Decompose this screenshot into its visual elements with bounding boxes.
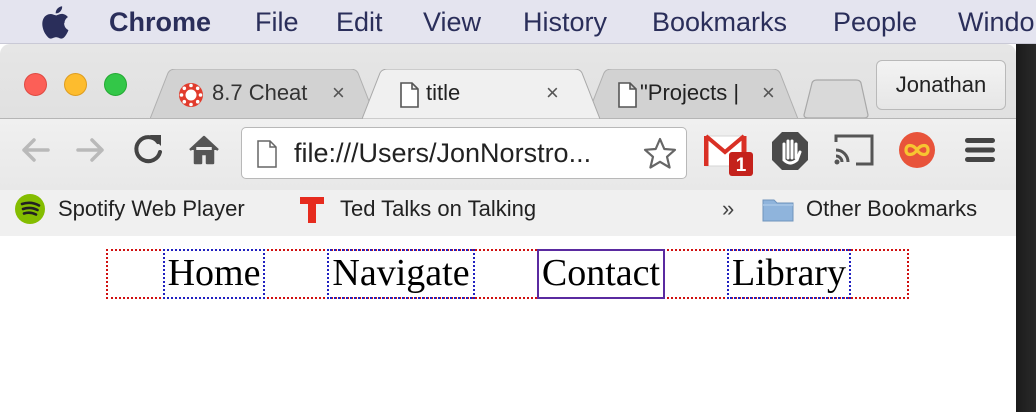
tab-cheat[interactable]: 8.7 Cheat × — [150, 69, 376, 119]
folder-icon — [762, 199, 794, 222]
menu-chrome[interactable]: Chrome — [109, 5, 211, 39]
menu-file[interactable]: File — [255, 5, 299, 39]
menu-edit[interactable]: Edit — [336, 5, 383, 39]
tab-title: "Projects | — [640, 80, 740, 105]
tab-close-icon[interactable]: × — [332, 80, 345, 106]
bookmark-star-icon[interactable] — [642, 136, 678, 172]
document-icon — [618, 82, 637, 108]
bookmark-label: Other Bookmarks — [806, 196, 978, 221]
menu-bookmarks[interactable]: Bookmarks — [652, 5, 787, 39]
nav-link-library[interactable]: Library — [727, 249, 851, 299]
menu-window[interactable]: Windo — [958, 5, 1035, 39]
bookmark-ted[interactable]: Ted Talks on Talking — [298, 192, 536, 226]
tab-title: 8.7 Cheat — [212, 80, 308, 105]
canvas-lms-icon — [179, 83, 203, 107]
nav-link-home[interactable]: Home — [163, 249, 265, 299]
url-text: file:///Users/JonNorstro... — [294, 138, 592, 168]
macos-menu-bar: Chrome File Edit View History Bookmarks … — [0, 0, 1036, 44]
page-icon — [257, 140, 277, 168]
bookmark-spotify[interactable]: Spotify Web Player — [14, 192, 245, 226]
bookmark-other-bookmarks[interactable]: Other Bookmarks — [762, 192, 977, 226]
minimize-window-button[interactable] — [64, 73, 87, 96]
nav-link-navigate[interactable]: Navigate — [327, 249, 475, 299]
home-icon[interactable] — [184, 130, 224, 170]
close-window-button[interactable] — [24, 73, 47, 96]
reload-icon[interactable] — [128, 130, 168, 170]
browser-chrome: 8.7 Cheat × "Projects | × title × Jonath… — [0, 44, 1016, 236]
profile-button[interactable]: Jonathan — [876, 60, 1006, 110]
tab-title-active[interactable]: title × — [362, 69, 600, 119]
menu-icon[interactable] — [962, 132, 998, 168]
forward-arrow-icon[interactable] — [70, 130, 110, 170]
back-arrow-icon[interactable] — [16, 130, 56, 170]
page-content: Home Navigate Contact Library — [0, 236, 1016, 412]
menu-history[interactable]: History — [523, 5, 607, 39]
apple-logo-icon[interactable] — [40, 5, 70, 39]
menu-people[interactable]: People — [833, 5, 917, 39]
tab-close-icon[interactable]: × — [762, 80, 775, 106]
gmail-icon[interactable]: 1 — [704, 130, 756, 178]
tab-title: title — [426, 80, 461, 105]
spotify-icon — [15, 194, 45, 224]
tab-close-icon[interactable]: × — [546, 80, 559, 106]
bookmarks-overflow-button[interactable]: » — [722, 192, 734, 226]
bookmark-label: Ted Talks on Talking — [340, 196, 537, 221]
adblock-icon[interactable] — [770, 130, 810, 172]
cast-icon[interactable] — [832, 132, 876, 168]
address-bar[interactable]: file:///Users/JonNorstro... — [241, 127, 687, 179]
tab-projects[interactable]: "Projects | × — [586, 69, 798, 119]
ted-icon — [300, 197, 324, 223]
bookmark-label: Spotify Web Player — [58, 196, 245, 221]
document-icon — [400, 82, 419, 108]
desktop-background-edge — [1016, 44, 1036, 412]
menu-view[interactable]: View — [423, 5, 481, 39]
nav-bar: Home Navigate Contact Library — [106, 249, 909, 299]
gmail-badge: 1 — [736, 155, 747, 176]
nav-link-contact[interactable]: Contact — [537, 249, 665, 299]
zoom-window-button[interactable] — [104, 73, 127, 96]
new-tab-button[interactable] — [802, 79, 870, 119]
infinity-extension-icon[interactable] — [898, 131, 936, 169]
